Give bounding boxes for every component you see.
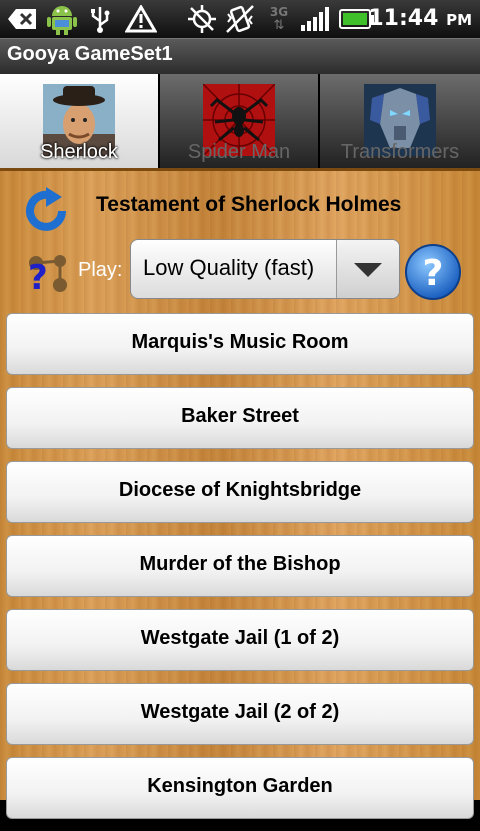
level-label: Murder of the Bishop	[139, 553, 341, 575]
clock-ampm: PM	[446, 11, 472, 29]
level-label: Westgate Jail (2 of 2)	[140, 701, 340, 723]
signal-icon	[298, 4, 332, 34]
game-title: Testament of Sherlock Holmes	[96, 193, 402, 216]
level-button[interactable]: Marquis's Music Room	[6, 313, 474, 375]
clock-time: 11:44	[368, 6, 439, 31]
tab-label: Sherlock	[40, 141, 118, 163]
chevron-down-icon	[354, 263, 382, 277]
tab-bar: Sherlock Spider Man Transformers	[0, 74, 480, 168]
quality-question-icon: ?	[24, 251, 70, 298]
help-button[interactable]: ?	[404, 243, 462, 301]
tab-label: Spider Man	[187, 141, 291, 163]
help-icon: ?	[405, 244, 461, 300]
refresh-icon[interactable]	[22, 187, 70, 235]
tab-sherlock[interactable]: Sherlock	[0, 74, 160, 168]
android-icon	[44, 4, 80, 35]
level-button[interactable]: Westgate Jail (2 of 2)	[6, 683, 474, 745]
warning-icon	[124, 4, 158, 34]
dropdown-arrow-button[interactable]	[336, 240, 399, 298]
level-button[interactable]: Diocese of Knightsbridge	[6, 461, 474, 523]
data-arrows-icon: ⇅	[273, 18, 285, 33]
level-label: Marquis's Music Room	[131, 331, 349, 353]
usb-debug-icon	[6, 4, 40, 34]
network-3g-icon: 3G ⇅	[266, 4, 292, 34]
level-button[interactable]: Westgate Jail (1 of 2)	[6, 609, 474, 671]
game-panel: Testament of Sherlock Holmes ? Play: Low…	[0, 168, 480, 819]
svg-text:?: ?	[28, 258, 48, 295]
tab-label: Transformers	[340, 141, 460, 163]
app-title-bar: Gooya GameSet1	[0, 38, 480, 74]
tab-spider-man[interactable]: Spider Man	[160, 74, 320, 168]
level-button[interactable]: Murder of the Bishop	[6, 535, 474, 597]
play-label: Play:	[78, 259, 123, 281]
level-button[interactable]: Baker Street	[6, 387, 474, 449]
level-label: Diocese of Knightsbridge	[118, 479, 362, 501]
status-bar: 3G ⇅ 11:44 PM	[0, 0, 480, 38]
app-title: Gooya GameSet1	[7, 43, 173, 65]
vibrate-icon	[224, 4, 256, 34]
quality-dropdown-value: Low Quality (fast)	[143, 255, 315, 280]
level-button[interactable]: Kensington Garden	[6, 757, 474, 819]
svg-text:?: ?	[423, 253, 444, 294]
tab-transformers[interactable]: Transformers	[320, 74, 480, 168]
status-clock: 11:44 PM	[368, 4, 472, 34]
level-list: Marquis's Music Room Baker Street Dioces…	[6, 313, 474, 831]
level-label: Westgate Jail (1 of 2)	[140, 627, 340, 649]
level-label: Baker Street	[181, 405, 299, 427]
usb-icon	[86, 4, 114, 34]
quality-dropdown[interactable]: Low Quality (fast)	[130, 239, 400, 299]
level-label: Kensington Garden	[147, 775, 333, 797]
gps-icon	[186, 4, 218, 34]
